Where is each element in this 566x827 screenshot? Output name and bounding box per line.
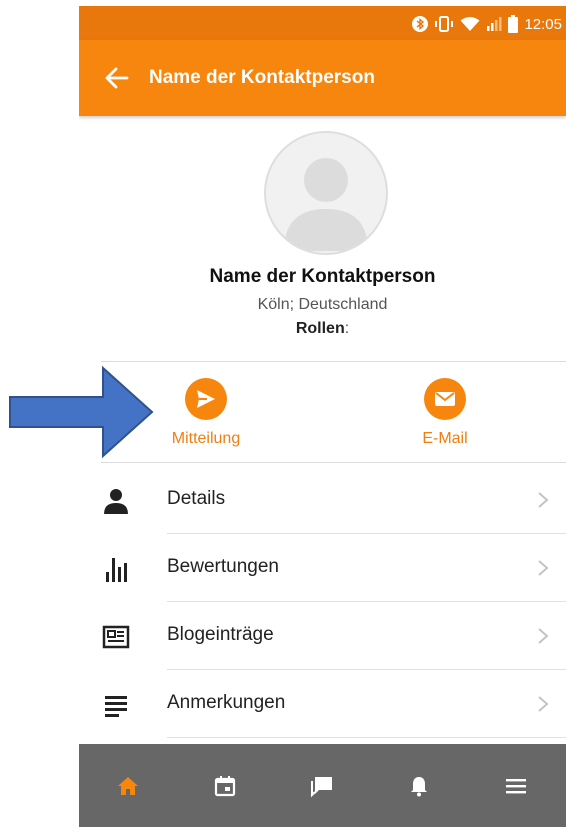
home-icon bbox=[117, 776, 138, 795]
email-label: E-Mail bbox=[422, 430, 468, 447]
bottom-nav bbox=[79, 744, 566, 827]
send-icon bbox=[185, 378, 227, 420]
message-label: Mitteilung bbox=[171, 430, 241, 447]
menu-item-details[interactable]: Details bbox=[79, 466, 566, 534]
newspaper-icon bbox=[101, 622, 131, 652]
chevron-right-icon bbox=[538, 560, 549, 576]
calendar-icon bbox=[214, 775, 235, 796]
nav-notifications[interactable] bbox=[370, 744, 467, 827]
message-button[interactable]: Mitteilung bbox=[141, 376, 271, 456]
status-time: 12:05 bbox=[524, 15, 562, 33]
menu-item-blog[interactable]: Blogeinträge bbox=[79, 602, 566, 670]
mail-icon bbox=[424, 378, 466, 420]
menu-item-label: Details bbox=[167, 488, 226, 509]
bar-chart-icon bbox=[101, 554, 131, 584]
vibrate-icon bbox=[435, 16, 454, 32]
menu-item-notes[interactable]: Anmerkungen bbox=[79, 670, 566, 738]
wifi-icon bbox=[460, 17, 480, 31]
divider bbox=[101, 462, 566, 463]
menu-item-ratings[interactable]: Bewertungen bbox=[79, 534, 566, 602]
nav-home[interactable] bbox=[79, 744, 176, 827]
menu-item-label: Bewertungen bbox=[167, 556, 279, 577]
roles-separator: : bbox=[344, 320, 350, 337]
contact-name: Name der Kontaktperson bbox=[209, 266, 436, 287]
battery-icon bbox=[508, 15, 519, 33]
chat-icon bbox=[310, 776, 332, 797]
email-button[interactable]: E-Mail bbox=[380, 376, 510, 456]
bluetooth-icon bbox=[412, 16, 429, 32]
arrow-left-icon[interactable] bbox=[103, 64, 131, 92]
chevron-right-icon bbox=[538, 696, 549, 712]
contact-roles: Rollen: bbox=[79, 320, 566, 338]
notes-icon bbox=[101, 690, 131, 720]
annotation-arrow bbox=[9, 365, 154, 459]
signal-icon bbox=[487, 17, 502, 31]
avatar bbox=[264, 131, 388, 255]
chevron-right-icon bbox=[538, 492, 549, 508]
person-placeholder-icon bbox=[284, 158, 368, 251]
status-icons: 12:05 bbox=[412, 15, 562, 33]
menu-item-label: Blogeinträge bbox=[167, 624, 274, 645]
menu-icon bbox=[505, 778, 526, 793]
chevron-right-icon bbox=[538, 628, 549, 644]
roles-label: Rollen bbox=[295, 320, 345, 337]
menu-item-label: Anmerkungen bbox=[167, 692, 286, 713]
nav-calendar[interactable] bbox=[176, 744, 273, 827]
nav-menu[interactable] bbox=[467, 744, 564, 827]
person-icon bbox=[101, 486, 131, 516]
app-bar: Name der Kontaktperson bbox=[79, 40, 566, 116]
nav-chat[interactable] bbox=[273, 744, 370, 827]
status-bar: 12:05 bbox=[79, 6, 566, 40]
row-divider bbox=[167, 737, 566, 738]
page-title: Name der Kontaktperson bbox=[149, 67, 375, 88]
bell-icon bbox=[410, 776, 427, 796]
divider bbox=[101, 361, 566, 362]
contact-location: Köln; Deutschland bbox=[257, 296, 388, 313]
